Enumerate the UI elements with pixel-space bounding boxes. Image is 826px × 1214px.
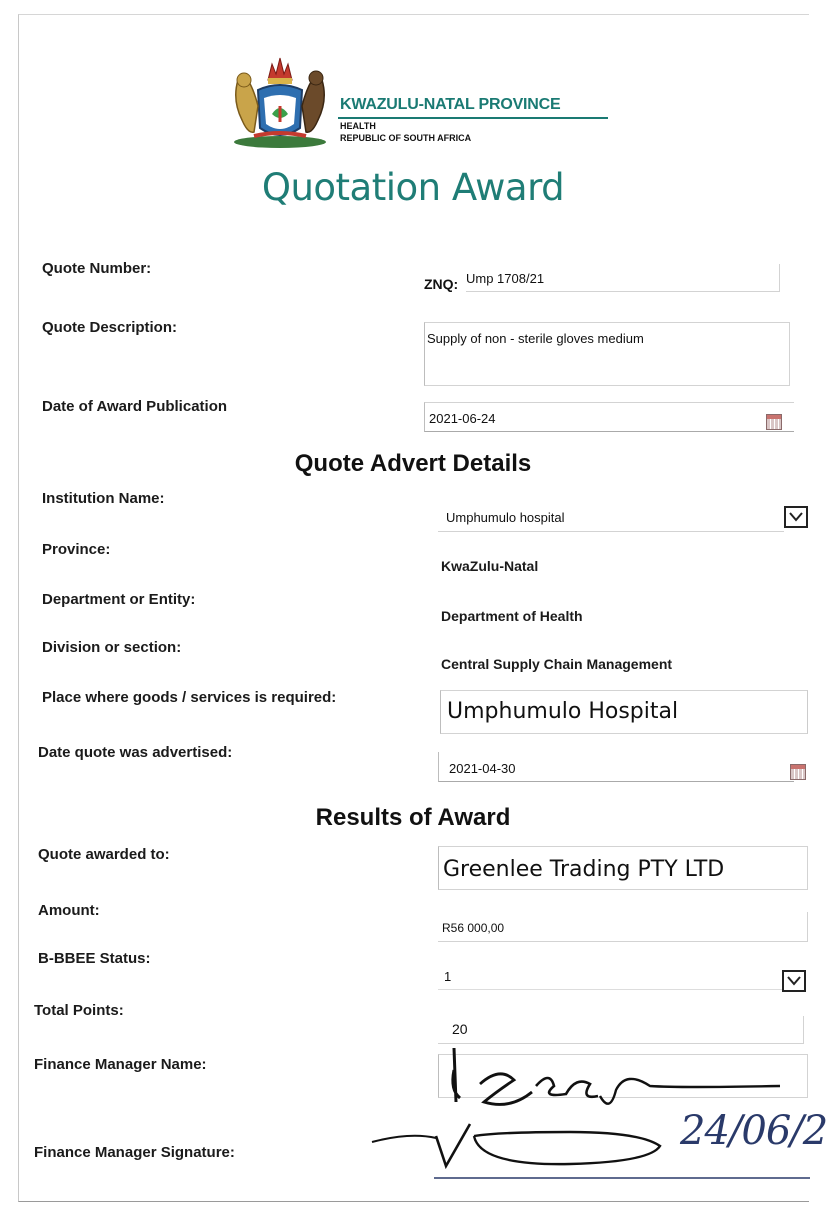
place-required-field[interactable]: Umphumulo Hospital (440, 690, 808, 734)
province-value: KwaZulu-Natal (441, 558, 539, 574)
chevron-down-icon (789, 512, 803, 522)
bbbee-status-select[interactable]: 1 (438, 960, 782, 990)
institution-name-label: Institution Name: (42, 490, 165, 507)
country-subtitle: REPUBLIC OF SOUTH AFRICA (340, 133, 472, 143)
awarded-to-field[interactable]: Greenlee Trading PTY LTD (438, 846, 808, 890)
results-heading: Results of Award (315, 804, 511, 831)
quote-number-prefix: ZNQ: (424, 276, 459, 292)
place-required-value: Umphumulo Hospital (447, 699, 679, 724)
province-label: Province: (42, 541, 111, 558)
awarded-to-label: Quote awarded to: (38, 846, 170, 863)
finance-manager-name-label: Finance Manager Name: (34, 1056, 207, 1073)
calendar-icon[interactable] (790, 764, 806, 780)
advert-details-heading: Quote Advert Details (294, 450, 532, 477)
amount-value: R56 000,00 (442, 921, 505, 935)
quote-description-value: Supply of non - sterile gloves medium (427, 331, 644, 346)
header-divider (338, 117, 608, 119)
award-publication-date-field[interactable]: 2021-06-24 (424, 402, 794, 432)
department-subtitle: HEALTH (340, 121, 376, 131)
department-value: Department of Health (441, 608, 583, 624)
institution-name-select[interactable]: Umphumulo hospital (438, 504, 784, 532)
institution-dropdown-button[interactable] (784, 506, 808, 528)
division-label: Division or section: (42, 639, 182, 656)
coat-of-arms-logo (234, 57, 326, 148)
chevron-down-icon (787, 976, 801, 986)
bbbee-status-label: B-BBEE Status: (38, 950, 151, 967)
award-publication-label: Date of Award Publication (42, 398, 228, 415)
award-publication-date-value: 2021-06-24 (429, 411, 496, 426)
date-advertised-field[interactable]: 2021-04-30 (438, 752, 794, 782)
total-points-value: 20 (452, 1021, 468, 1037)
quote-number-field[interactable]: Ump 1708/21 (466, 264, 780, 292)
date-advertised-label: Date quote was advertised: (38, 744, 233, 761)
awarded-to-value: Greenlee Trading PTY LTD (443, 857, 725, 882)
department-label: Department or Entity: (42, 591, 196, 608)
place-required-label: Place where goods / services is required… (42, 689, 337, 706)
total-points-label: Total Points: (34, 1002, 124, 1019)
quote-description-field[interactable]: Supply of non - sterile gloves medium (424, 322, 790, 386)
date-advertised-value: 2021-04-30 (449, 761, 516, 776)
province-name: KWAZULU-NATAL PROVINCE (340, 96, 561, 113)
amount-field[interactable]: R56 000,00 (438, 912, 808, 942)
division-value: Central Supply Chain Management (441, 656, 673, 672)
amount-label: Amount: (38, 902, 100, 919)
quote-number-label: Quote Number: (42, 260, 152, 277)
bbbee-status-value: 1 (444, 969, 452, 984)
calendar-icon[interactable] (766, 414, 782, 430)
bbbee-dropdown-button[interactable] (782, 970, 806, 992)
signature-date: 24/06/2 (680, 1108, 826, 1154)
institution-name-value: Umphumulo hospital (446, 510, 565, 525)
quote-number-value: Ump 1708/21 (466, 271, 545, 286)
quote-description-label: Quote Description: (42, 319, 178, 336)
finance-manager-signature-label: Finance Manager Signature: (34, 1144, 235, 1161)
page-title: Quotation Award (261, 166, 565, 209)
